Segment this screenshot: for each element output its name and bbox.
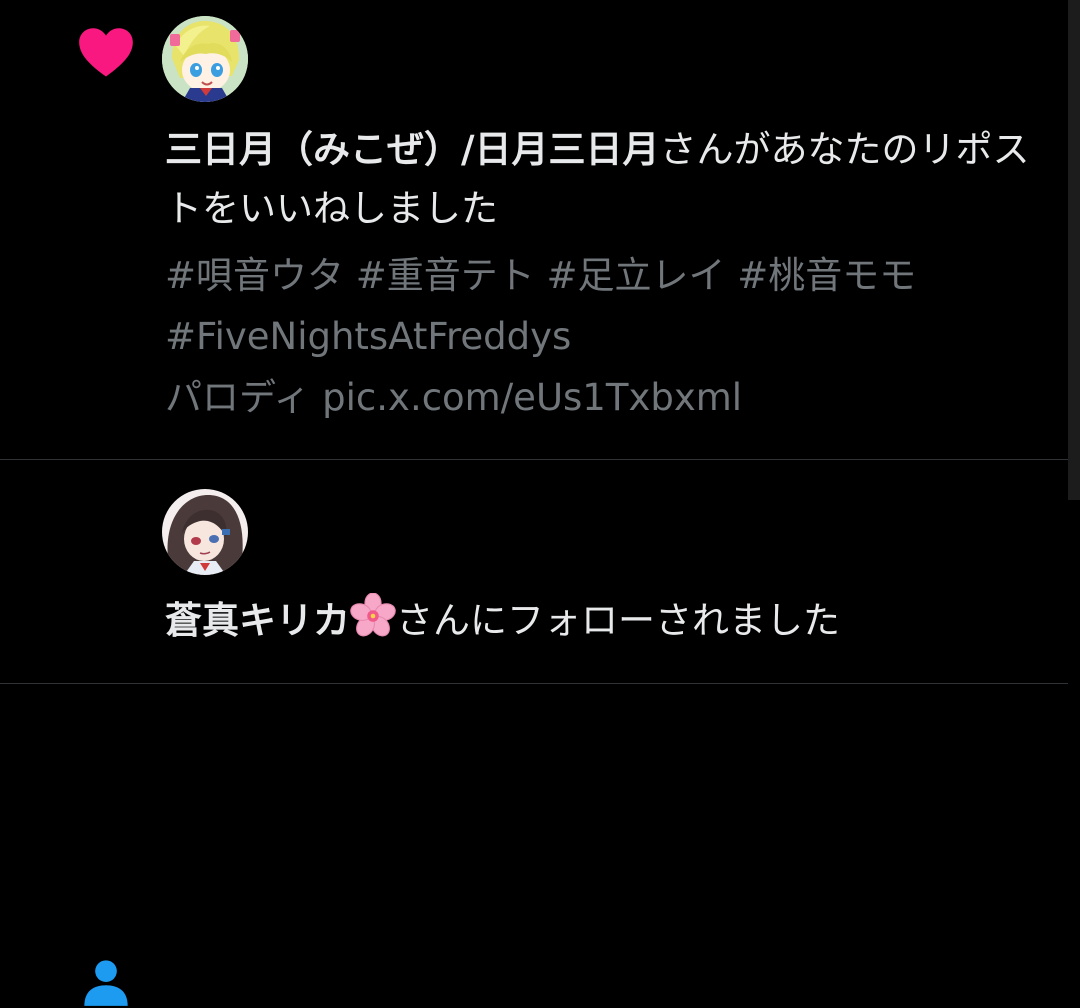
user-name[interactable]: 蒼真キリカ — [165, 599, 350, 642]
avatar[interactable] — [162, 16, 248, 102]
avatar[interactable] — [162, 489, 248, 575]
cherry-blossom-emoji — [350, 593, 396, 637]
avatar-image — [162, 489, 248, 575]
heart-icon — [79, 28, 133, 77]
action-text: さんにフォローされました — [396, 599, 840, 642]
preview-hashtags-line: #唄音ウタ #重音テト #足立レイ #桃音モモ — [165, 254, 917, 297]
notification-message: 蒼真キリカ さんにフォローされました — [165, 591, 1045, 650]
post-preview[interactable]: #唄音ウタ #重音テト #足立レイ #桃音モモ #FiveNightsAtFre… — [165, 245, 1045, 428]
scrollbar[interactable] — [1068, 0, 1080, 500]
notification-like[interactable]: 三日月（みこぜ）/日月三日月さんがあなたのリポストをいいねしました #唄音ウタ … — [0, 0, 1068, 459]
user-name[interactable]: 三日月（みこぜ）/日月三日月 — [165, 128, 660, 171]
person-icon — [84, 960, 128, 1006]
notification-follow[interactable]: 蒼真キリカ さんにフォローされました — [0, 460, 1068, 1006]
notification-message: 三日月（みこぜ）/日月三日月さんがあなたのリポストをいいねしました — [165, 120, 1045, 238]
preview-link-line: パロディ pic.x.com/eUs1Txbxml — [165, 376, 743, 419]
divider — [0, 683, 1068, 684]
preview-hashtag-line: #FiveNightsAtFreddys — [165, 315, 572, 358]
avatar-image — [162, 16, 248, 102]
